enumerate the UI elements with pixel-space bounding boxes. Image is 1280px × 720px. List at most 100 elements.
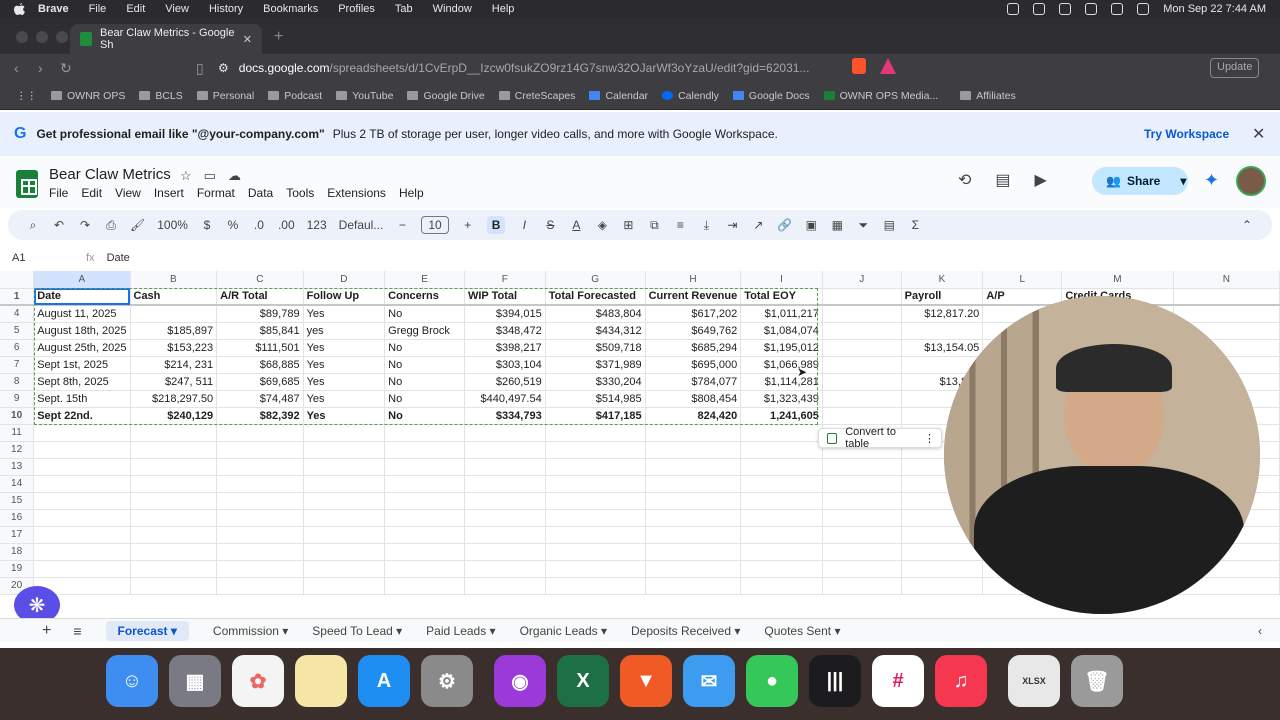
cell[interactable] — [33, 492, 131, 510]
cell[interactable]: Yes — [303, 339, 386, 357]
gemini-icon[interactable]: ✦ — [1204, 170, 1219, 191]
row-header[interactable]: 11 — [0, 424, 35, 442]
cell[interactable]: WIP Total — [464, 288, 546, 306]
cell[interactable]: $1,114,281 — [740, 373, 823, 391]
cell[interactable]: $111,501 — [216, 339, 304, 357]
cell[interactable] — [303, 424, 386, 442]
cell[interactable] — [545, 577, 646, 595]
font-select[interactable]: Defaul... — [339, 218, 384, 232]
cell[interactable] — [384, 560, 465, 578]
version-history-icon[interactable]: ⟲ — [958, 170, 971, 190]
column-header[interactable]: G — [545, 271, 646, 289]
column-header[interactable]: E — [384, 271, 465, 289]
cell[interactable] — [822, 492, 902, 510]
cell[interactable] — [216, 441, 304, 459]
cell[interactable] — [384, 543, 465, 561]
collapse-menus-icon[interactable]: ⌃ — [1240, 218, 1254, 232]
menu-view[interactable]: View — [165, 3, 189, 15]
cell[interactable] — [464, 560, 546, 578]
cell[interactable]: $69,685 — [216, 373, 304, 391]
messages-icon[interactable]: ● — [746, 655, 798, 707]
text-color-button[interactable]: A — [569, 218, 583, 232]
cell[interactable] — [740, 458, 823, 476]
cell[interactable]: $68,885 — [216, 356, 304, 374]
bookmark-affiliates[interactable]: Affiliates — [960, 90, 1016, 102]
finder-icon[interactable]: ☺ — [106, 655, 158, 707]
cell[interactable] — [464, 458, 546, 476]
update-button[interactable]: Update — [1210, 58, 1260, 78]
bookmark-personal[interactable]: Personal — [196, 90, 254, 102]
cell[interactable]: $514,985 — [545, 390, 646, 408]
menu-file[interactable]: File — [89, 3, 107, 15]
cell[interactable]: $214, 231 — [130, 356, 218, 374]
cell[interactable] — [645, 577, 742, 595]
cell[interactable]: $509,718 — [545, 339, 646, 357]
cell[interactable] — [303, 543, 386, 561]
cell[interactable]: $82,392 — [216, 407, 304, 425]
cell[interactable] — [822, 543, 902, 561]
bookmark-podcast[interactable]: Podcast — [268, 90, 322, 102]
fill-color-icon[interactable]: ◈ — [595, 218, 609, 232]
row-header[interactable]: 13 — [0, 458, 35, 476]
menu-app-name[interactable]: Brave — [38, 3, 69, 15]
more-formats-button[interactable]: 123 — [307, 218, 327, 232]
cell[interactable]: No — [384, 407, 465, 425]
cell[interactable]: Sept. 15th — [33, 390, 131, 408]
cell[interactable] — [384, 458, 465, 476]
menu-clock[interactable]: Mon Sep 22 7:44 AM — [1163, 3, 1266, 15]
merge-cells-icon[interactable]: ⧉ — [647, 218, 661, 233]
cell[interactable] — [303, 577, 386, 595]
cell[interactable]: 1,241,605 — [740, 407, 823, 425]
doc-menu-data[interactable]: Data — [248, 186, 273, 200]
column-header[interactable]: I — [740, 271, 823, 289]
cell[interactable] — [464, 424, 546, 442]
cell[interactable] — [545, 509, 646, 527]
new-tab-icon[interactable]: + — [274, 28, 283, 46]
cell[interactable] — [384, 492, 465, 510]
close-banner-icon[interactable]: ✕ — [1252, 124, 1265, 144]
bookmark-bcls[interactable]: BCLS — [139, 90, 183, 102]
cell[interactable] — [130, 577, 218, 595]
doc-menu-format[interactable]: Format — [197, 186, 235, 200]
bold-button[interactable]: B — [486, 216, 506, 234]
font-size-decrease-icon[interactable]: − — [395, 218, 409, 232]
cloud-status-icon[interactable]: ☁ — [228, 168, 241, 184]
cell[interactable] — [33, 560, 131, 578]
cell[interactable]: $685,294 — [645, 339, 742, 357]
cell[interactable]: Concerns — [384, 288, 465, 306]
cell[interactable] — [645, 492, 742, 510]
cell[interactable] — [216, 492, 304, 510]
functions-icon[interactable]: Σ — [908, 218, 922, 232]
xlsx-file-icon[interactable]: XLSX — [1008, 655, 1060, 707]
column-header[interactable]: B — [130, 271, 218, 289]
cell[interactable] — [822, 577, 902, 595]
cell[interactable] — [216, 509, 304, 527]
cell[interactable]: $417,185 — [545, 407, 646, 425]
cell[interactable]: Total Forecasted — [545, 288, 646, 306]
cell[interactable] — [384, 509, 465, 527]
music-icon[interactable]: ♫ — [935, 655, 987, 707]
column-header[interactable]: K — [901, 271, 984, 289]
doc-menu-edit[interactable]: Edit — [81, 186, 102, 200]
zoom-select[interactable]: 100% — [157, 218, 188, 232]
name-box[interactable]: A1 — [12, 252, 76, 264]
cell[interactable] — [384, 441, 465, 459]
undo-icon[interactable]: ↶ — [52, 218, 66, 232]
bookmark-google-docs[interactable]: Google Docs — [732, 90, 810, 102]
zoom-icon[interactable] — [56, 31, 68, 43]
sheet-tab-organic-leads[interactable]: Organic Leads ▾ — [520, 624, 607, 638]
sheet-tab-speed-to-lead[interactable]: Speed To Lead ▾ — [312, 624, 402, 638]
bookmark-icon[interactable]: ▯ — [196, 60, 204, 77]
cell[interactable]: $440,497.54 — [464, 390, 546, 408]
sheets-logo-icon[interactable] — [16, 170, 38, 198]
cell[interactable] — [216, 424, 304, 442]
cell[interactable]: $371,989 — [545, 356, 646, 374]
borders-icon[interactable]: ⊞ — [621, 218, 635, 232]
close-tab-icon[interactable]: ✕ — [243, 33, 252, 46]
photos-icon[interactable]: ✿ — [232, 655, 284, 707]
launchpad-icon[interactable]: ▦ — [169, 655, 221, 707]
cell[interactable] — [740, 577, 823, 595]
cell[interactable] — [740, 441, 823, 459]
cell[interactable]: $398,217 — [464, 339, 546, 357]
menu-window[interactable]: Window — [433, 3, 472, 15]
